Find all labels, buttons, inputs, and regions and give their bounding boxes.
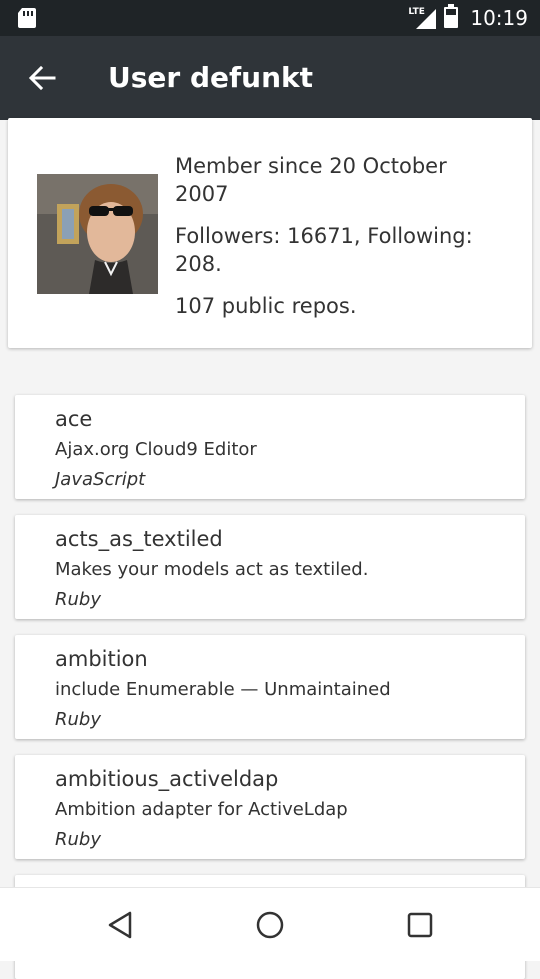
repo-name: ambition [55,647,148,671]
page-title: User defunkt [108,61,314,94]
repo-name: acts_as_textiled [55,527,223,551]
back-arrow-icon[interactable] [24,60,60,96]
repo-language: Ruby [55,709,101,730]
profile-card: Member since 20 October 2007 Followers: … [8,118,532,348]
app-bar: User defunkt [0,36,540,120]
repo-language: JavaScript [55,469,146,490]
repo-description: Ajax.org Cloud9 Editor [55,439,257,460]
sd-card-icon [18,8,36,32]
avatar [37,174,158,294]
repo-description: Ambition adapter for ActiveLdap [55,799,348,820]
battery-icon [444,4,459,32]
status-bar: LTE 10:19 [0,0,540,36]
member-since: Member since 20 October 2007 [175,154,447,206]
repo-card[interactable]: ace Ajax.org Cloud9 Editor JavaScript [15,395,525,499]
repo-card[interactable]: ambition include Enumerable — Unmaintain… [15,635,525,739]
navigation-bar [0,887,540,961]
repo-language: Ruby [55,829,101,850]
signal-icon: LTE [408,7,437,29]
repo-description: include Enumerable — Unmaintained [55,679,391,700]
repo-card[interactable]: acts_as_textiled Makes your models act a… [15,515,525,619]
public-repos-count: 107 public repos. [175,294,357,318]
repo-description: Makes your models act as textiled. [55,559,369,580]
repo-name: ace [55,407,93,431]
home-circle-icon[interactable] [247,902,293,948]
clock: 10:19 [470,6,528,30]
back-triangle-icon[interactable] [97,902,143,948]
recents-square-icon[interactable] [397,902,443,948]
repo-language: Ruby [55,589,101,610]
profile-details: Member since 20 October 2007 Followers: … [175,152,495,334]
follow-stats: Followers: 16671, Following: 208. [175,224,473,276]
repo-card[interactable]: ambitious_activeldap Ambition adapter fo… [15,755,525,859]
repo-name: ambitious_activeldap [55,767,279,791]
